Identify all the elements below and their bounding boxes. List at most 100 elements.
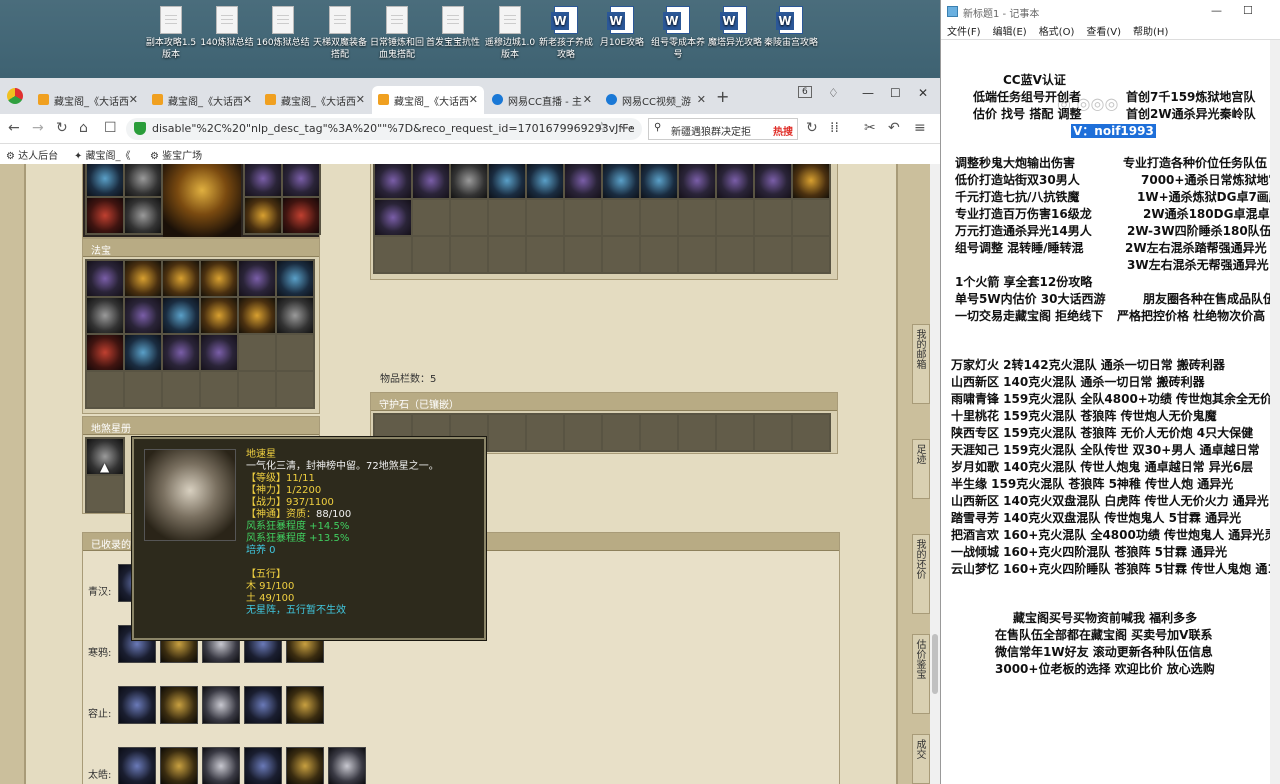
item-slot[interactable] xyxy=(163,372,199,407)
item-slot[interactable] xyxy=(125,261,161,296)
close-icon[interactable]: ✕ xyxy=(697,93,706,106)
item-slot[interactable] xyxy=(277,335,313,370)
side-tab-bargain[interactable]: 我的还价 xyxy=(912,534,930,614)
item-slot[interactable] xyxy=(641,237,677,272)
apps-icon[interactable]: ⁞⁞ xyxy=(830,120,839,136)
item-slot[interactable] xyxy=(451,200,487,235)
notepad-menu-item[interactable]: 查看(V) xyxy=(1086,27,1121,38)
item-slot[interactable] xyxy=(527,237,563,272)
collected-item-icon[interactable] xyxy=(160,747,198,784)
item-slot[interactable] xyxy=(413,200,449,235)
equipment-slot[interactable] xyxy=(87,164,123,196)
equipment-slot[interactable] xyxy=(245,164,281,196)
close-icon[interactable]: ✕ xyxy=(583,93,592,106)
item-slot[interactable] xyxy=(375,200,411,235)
notepad-menu-item[interactable]: 格式(O) xyxy=(1039,27,1075,38)
desktop-icon[interactable]: W 魔塔异光攻略 xyxy=(707,6,763,49)
page-scrollbar[interactable] xyxy=(930,164,940,784)
item-slot[interactable] xyxy=(163,261,199,296)
desktop-icon[interactable]: W 组号零成本养号 xyxy=(650,6,706,61)
collected-item-icon[interactable] xyxy=(202,747,240,784)
item-slot[interactable] xyxy=(489,237,525,272)
desktop-icon[interactable]: 首发宝宝抗性 xyxy=(425,6,481,49)
item-slot[interactable] xyxy=(413,237,449,272)
item-slot[interactable] xyxy=(239,372,275,407)
collected-item-icon[interactable] xyxy=(118,747,156,784)
minimize-icon[interactable]: — xyxy=(862,86,874,100)
item-slot[interactable] xyxy=(717,415,753,450)
item-slot[interactable] xyxy=(641,415,677,450)
equipment-slot[interactable] xyxy=(87,198,123,233)
forward-icon[interactable]: → xyxy=(32,120,44,136)
item-slot[interactable] xyxy=(717,164,753,198)
browser-tab[interactable]: 藏宝阁_《大话西 ✕ xyxy=(372,86,484,114)
item-slot[interactable] xyxy=(239,261,275,296)
maximize-icon[interactable]: ☐ xyxy=(890,86,901,100)
collected-item-icon[interactable] xyxy=(118,686,156,724)
item-slot[interactable] xyxy=(451,164,487,198)
close-icon[interactable]: ✕ xyxy=(129,93,138,106)
item-slot[interactable] xyxy=(603,237,639,272)
item-slot[interactable] xyxy=(565,237,601,272)
browser-tab[interactable]: 网易CC直播 - 主 ✕ xyxy=(486,86,598,114)
item-slot[interactable] xyxy=(565,415,601,450)
item-slot[interactable] xyxy=(793,200,829,235)
item-slot[interactable] xyxy=(527,200,563,235)
bookmark-item[interactable]: ✦ 藏宝阁_《 xyxy=(74,147,131,162)
item-slot[interactable] xyxy=(375,164,411,198)
desktop-icon[interactable]: W 月10E攻略 xyxy=(594,6,650,49)
item-slot[interactable] xyxy=(793,237,829,272)
item-slot[interactable] xyxy=(527,415,563,450)
equipment-slot[interactable] xyxy=(245,198,281,233)
equipment-slot[interactable] xyxy=(125,164,161,196)
item-slot[interactable] xyxy=(679,200,715,235)
item-slot[interactable] xyxy=(87,261,123,296)
desktop-icon[interactable]: 副本攻略1.5版本 xyxy=(143,6,199,61)
reload-icon[interactable]: ↻ xyxy=(56,120,68,136)
equipment-slot[interactable] xyxy=(125,198,161,233)
bookmark-item[interactable]: ⚙ 达人后台 xyxy=(6,147,58,162)
browser-logo-icon[interactable] xyxy=(7,88,23,104)
item-slot[interactable] xyxy=(793,164,829,198)
desktop-icon[interactable]: W 新老孩子养成攻略 xyxy=(538,6,594,61)
notepad-menu-item[interactable]: 帮助(H) xyxy=(1133,27,1168,38)
scissors-icon[interactable]: ✂ xyxy=(864,120,876,136)
item-slot[interactable] xyxy=(277,372,313,407)
item-slot[interactable] xyxy=(125,335,161,370)
item-slot[interactable] xyxy=(755,237,791,272)
desktop-icon[interactable]: W 秦陵宙宫攻略 xyxy=(763,6,819,49)
item-slot[interactable] xyxy=(87,298,123,333)
item-slot[interactable] xyxy=(603,164,639,198)
item-slot[interactable] xyxy=(201,261,237,296)
minimize-icon[interactable]: — xyxy=(1211,4,1222,17)
item-slot[interactable] xyxy=(565,200,601,235)
collected-item-icon[interactable] xyxy=(286,747,324,784)
item-slot[interactable] xyxy=(87,372,123,407)
item-slot[interactable] xyxy=(163,298,199,333)
scrollbar-thumb[interactable] xyxy=(932,634,938,694)
item-slot[interactable] xyxy=(793,415,829,450)
item-slot[interactable] xyxy=(239,298,275,333)
back-icon[interactable]: ← xyxy=(8,120,20,136)
equipment-slot[interactable] xyxy=(283,198,319,233)
item-slot[interactable] xyxy=(717,237,753,272)
item-slot[interactable] xyxy=(603,200,639,235)
item-slot[interactable] xyxy=(489,200,525,235)
bookmark-icon[interactable]: ☐ xyxy=(104,120,117,136)
item-slot[interactable] xyxy=(201,335,237,370)
item-slot[interactable] xyxy=(125,298,161,333)
item-slot[interactable] xyxy=(755,200,791,235)
desktop-icon[interactable]: 日常锤炼和回血鬼搭配 xyxy=(369,6,425,61)
desktop-icon[interactable]: 160炼狱总结 xyxy=(255,6,311,49)
item-slot[interactable] xyxy=(755,415,791,450)
item-slot[interactable] xyxy=(603,415,639,450)
search-box[interactable]: ⚲ 新疆遇狼群决定拒 热搜 xyxy=(648,118,798,140)
notepad-text[interactable]: ◎ ◎◎◎ V：noif1993 CC蓝V认证 低端任务组号开创者 首创7千159炼… xyxy=(941,40,1280,784)
notepad-menu-item[interactable]: 编辑(E) xyxy=(993,27,1027,38)
item-slot[interactable] xyxy=(565,164,601,198)
side-tab-mailbox[interactable]: 我的邮箱 xyxy=(912,324,930,404)
maximize-icon[interactable]: ☐ xyxy=(1243,4,1253,17)
item-slot[interactable] xyxy=(451,237,487,272)
item-slot[interactable] xyxy=(87,335,123,370)
shirt-icon[interactable]: ♢ xyxy=(828,86,839,100)
